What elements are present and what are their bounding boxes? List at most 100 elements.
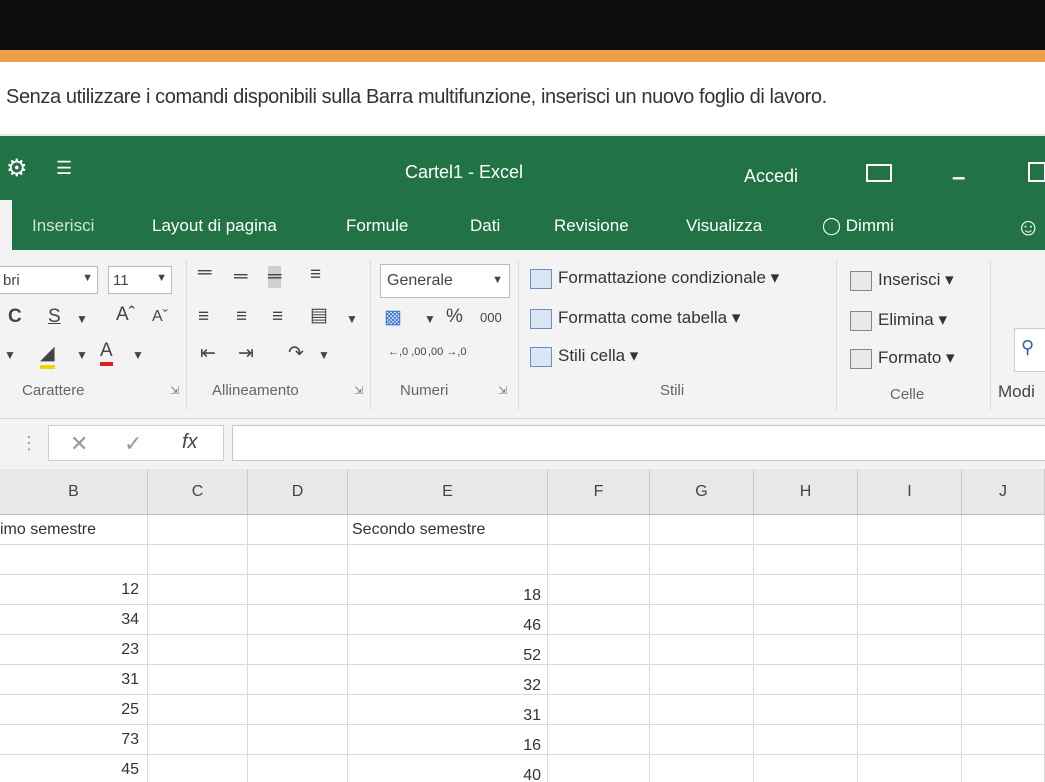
- save-icon[interactable]: ⚙: [6, 154, 28, 183]
- cell-g[interactable]: [650, 515, 754, 544]
- fill-color-dropdown-icon[interactable]: ▼: [76, 348, 88, 362]
- percent-style-icon[interactable]: %: [446, 306, 463, 328]
- cell-i[interactable]: [858, 665, 962, 694]
- customize-quick-access-icon[interactable]: ☰: [56, 158, 72, 179]
- cell-f[interactable]: [548, 695, 650, 724]
- wrap-text-icon[interactable]: ↷: [288, 342, 304, 365]
- cell-h[interactable]: [754, 545, 858, 574]
- font-name-select[interactable]: bri ▼: [0, 266, 98, 294]
- cell-c[interactable]: [148, 605, 248, 634]
- cell-h[interactable]: [754, 665, 858, 694]
- cell-c[interactable]: [148, 755, 248, 782]
- fill-color-icon[interactable]: ◢: [40, 342, 55, 369]
- comma-style-icon[interactable]: 000: [480, 310, 502, 325]
- insert-cells-button[interactable]: Inserisci ▾: [850, 270, 954, 291]
- cell-styles-button[interactable]: Stili cella ▾: [530, 346, 638, 367]
- merge-center-icon[interactable]: ▤: [310, 304, 328, 327]
- cell-j[interactable]: [962, 605, 1045, 634]
- tab-view[interactable]: Visualizza: [686, 216, 762, 236]
- cell-b[interactable]: 23: [0, 635, 148, 664]
- align-top-icon[interactable]: ═: [198, 262, 211, 284]
- cell-f[interactable]: [548, 755, 650, 782]
- cell-g[interactable]: [650, 575, 754, 604]
- align-left-icon[interactable]: ≡: [198, 306, 209, 328]
- align-bottom-icon[interactable]: ═: [268, 266, 282, 288]
- cell-d[interactable]: [248, 515, 348, 544]
- cell-c[interactable]: [148, 635, 248, 664]
- column-header-c[interactable]: C: [148, 469, 248, 515]
- cell-i[interactable]: [858, 695, 962, 724]
- align-right-icon[interactable]: ≡: [272, 306, 283, 328]
- cell-b[interactable]: 12: [0, 575, 148, 604]
- cell-g[interactable]: [650, 545, 754, 574]
- enter-check-icon[interactable]: ✓: [124, 431, 142, 457]
- cell-i[interactable]: [858, 725, 962, 754]
- wrap-dropdown-icon[interactable]: ▼: [318, 348, 330, 362]
- align-center-icon[interactable]: ≡: [236, 306, 247, 328]
- insert-function-icon[interactable]: fx: [182, 431, 198, 454]
- cell-e[interactable]: 46: [348, 605, 548, 634]
- minimize-icon[interactable]: –: [952, 164, 965, 192]
- sign-in-link[interactable]: Accedi: [744, 166, 798, 187]
- cell-e[interactable]: 32: [348, 665, 548, 694]
- cell-h[interactable]: [754, 635, 858, 664]
- cell-c[interactable]: [148, 575, 248, 604]
- underline-icon[interactable]: S: [48, 306, 61, 328]
- cell-e[interactable]: 52: [348, 635, 548, 664]
- tab-review[interactable]: Revisione: [554, 216, 629, 236]
- cell-c[interactable]: [148, 695, 248, 724]
- cell-j[interactable]: [962, 575, 1045, 604]
- cell-f[interactable]: [548, 545, 650, 574]
- cell-h[interactable]: [754, 515, 858, 544]
- cell-h[interactable]: [754, 755, 858, 782]
- format-as-table-button[interactable]: Formatta come tabella ▾: [530, 308, 740, 329]
- borders-dropdown-icon[interactable]: ▼: [4, 348, 16, 362]
- tab-data[interactable]: Dati: [470, 216, 500, 236]
- delete-cells-button[interactable]: Elimina ▾: [850, 310, 947, 331]
- merge-dropdown-icon[interactable]: ▼: [346, 312, 358, 326]
- cell-h[interactable]: [754, 695, 858, 724]
- cell-f[interactable]: [548, 725, 650, 754]
- find-select-button[interactable]: ⚲: [1014, 328, 1045, 372]
- cell-c[interactable]: [148, 545, 248, 574]
- font-color-dropdown-icon[interactable]: ▼: [132, 348, 144, 362]
- align-middle-icon[interactable]: ═: [234, 266, 247, 288]
- cell-g[interactable]: [650, 755, 754, 782]
- cell-b[interactable]: 45: [0, 755, 148, 782]
- cell-g[interactable]: [650, 695, 754, 724]
- increase-font-size-icon[interactable]: Aˆ: [116, 304, 135, 326]
- cell-j[interactable]: [962, 695, 1045, 724]
- cell-h[interactable]: [754, 725, 858, 754]
- conditional-formatting-button[interactable]: Formattazione condizionale ▾: [530, 268, 779, 289]
- share-icon[interactable]: ☺: [1016, 214, 1041, 242]
- cell-i[interactable]: [858, 575, 962, 604]
- cell-d[interactable]: [248, 635, 348, 664]
- increase-indent-icon[interactable]: ⇥: [238, 342, 254, 365]
- cell-h[interactable]: [754, 575, 858, 604]
- cell-b[interactable]: 25: [0, 695, 148, 724]
- cell-i[interactable]: [858, 755, 962, 782]
- cell-j[interactable]: [962, 665, 1045, 694]
- underline-dropdown-icon[interactable]: ▼: [76, 312, 88, 326]
- cell-c[interactable]: [148, 515, 248, 544]
- cell-g[interactable]: [650, 725, 754, 754]
- orientation-icon[interactable]: ≡: [310, 264, 321, 286]
- cancel-icon[interactable]: ✕: [70, 431, 88, 457]
- column-header-g[interactable]: G: [650, 469, 754, 515]
- column-header-j[interactable]: J: [962, 469, 1045, 515]
- font-size-select[interactable]: 11 ▼: [108, 266, 172, 294]
- cell-i[interactable]: [858, 605, 962, 634]
- cell-c[interactable]: [148, 725, 248, 754]
- cell-j[interactable]: [962, 545, 1045, 574]
- cell-i[interactable]: [858, 545, 962, 574]
- column-header-h[interactable]: H: [754, 469, 858, 515]
- cell-d[interactable]: [248, 665, 348, 694]
- cell-d[interactable]: [248, 725, 348, 754]
- cell-g[interactable]: [650, 635, 754, 664]
- cell-g[interactable]: [650, 665, 754, 694]
- column-header-i[interactable]: I: [858, 469, 962, 515]
- font-dialog-launcher-icon[interactable]: ⇲: [170, 384, 179, 397]
- cell-b[interactable]: 34: [0, 605, 148, 634]
- cell-d[interactable]: [248, 545, 348, 574]
- cell-i[interactable]: [858, 635, 962, 664]
